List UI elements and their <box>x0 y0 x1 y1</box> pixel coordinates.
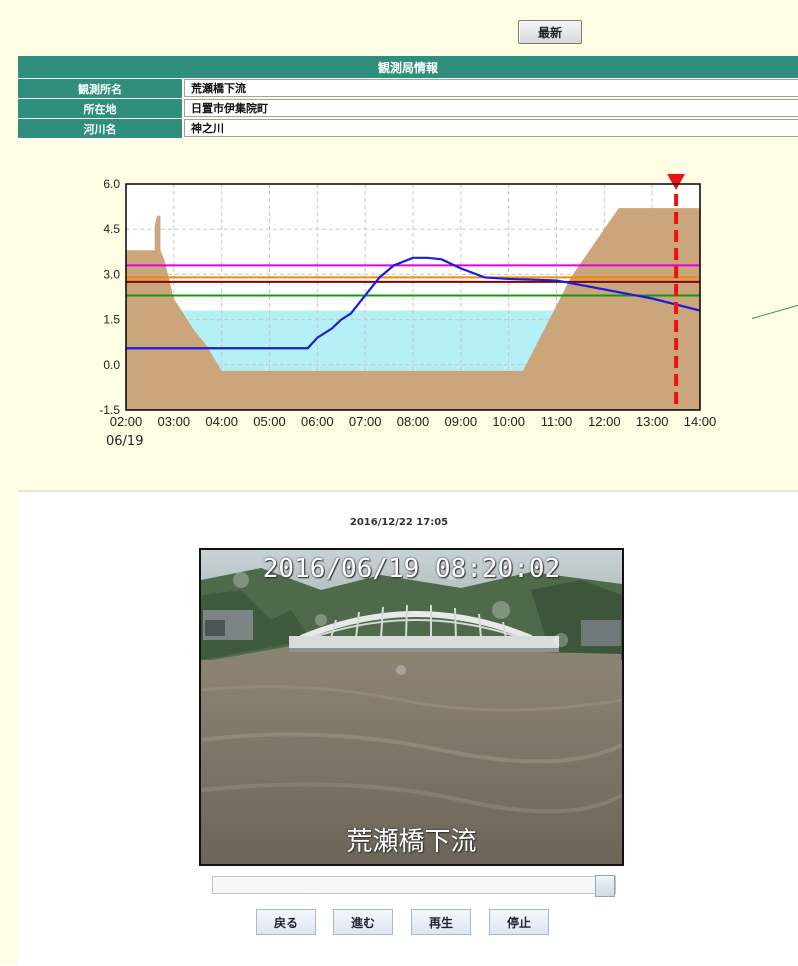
water-level-chart: 6.0 4.5 3.0 1.5 0.0 -1.5 02:00 03:00 04:00 05:00 0… <box>86 170 736 434</box>
x-tick-label: 05:00 <box>253 414 286 429</box>
info-label-location: 所在地 <box>18 99 182 119</box>
refresh-button[interactable]: 最新 <box>518 20 582 44</box>
x-tick-label: 07:00 <box>349 414 382 429</box>
info-value-river: 神之川 <box>184 119 798 137</box>
station-info-header: 観測局情報 <box>18 56 798 79</box>
camera-last-update: 2016/12/22 17:05 <box>349 517 449 528</box>
y-tick-label: 0.0 <box>103 358 120 372</box>
chart-date-label: 06/19 <box>106 434 144 449</box>
x-tick-label: 13:00 <box>636 414 669 429</box>
x-tick-label: 08:00 <box>397 414 430 429</box>
forward-button[interactable]: 進む <box>333 909 393 935</box>
camera-timestamp-overlay: 2016/06/19 08:20:02 <box>262 554 561 584</box>
stop-button[interactable]: 停止 <box>489 909 549 935</box>
x-tick-label: 02:00 <box>110 414 143 429</box>
x-tick-label: 10:00 <box>492 414 525 429</box>
camera-location-overlay: 荒瀬橋下流 <box>346 827 477 857</box>
top-band <box>0 0 798 52</box>
info-label-station-name: 観測所名 <box>18 79 182 99</box>
info-row-station-name: 観測所名 荒瀬橋下流 <box>18 79 798 99</box>
back-button[interactable]: 戻る <box>256 909 316 935</box>
x-tick-label: 11:00 <box>541 414 573 429</box>
playback-slider-thumb[interactable] <box>595 875 615 897</box>
playback-slider[interactable] <box>212 875 616 897</box>
water-level-chart-svg: 6.04.53.01.50.0-1.502:00 03:00 04:00 05:00 0… <box>99 174 717 429</box>
info-value-station-name: 荒瀬橋下流 <box>184 79 798 97</box>
x-tick-label: 14:00 <box>684 414 717 429</box>
camera-scene <box>201 550 622 864</box>
x-tick-label: 06:00 <box>301 414 334 429</box>
y-tick-label: 4.5 <box>103 222 120 236</box>
x-tick-label: 03:00 <box>158 414 191 429</box>
x-tick-label: 09:00 <box>445 414 478 429</box>
info-label-river: 河川名 <box>18 119 182 139</box>
info-row-location: 所在地 日置市伊集院町 <box>18 99 798 119</box>
river-camera-image: 2016/06/19 08:20:02 荒瀬橋下流 <box>199 548 624 866</box>
play-button[interactable]: 再生 <box>411 909 471 935</box>
left-rail <box>0 52 19 964</box>
y-tick-label: 3.0 <box>103 267 120 281</box>
y-tick-label: 6.0 <box>103 177 120 191</box>
x-tick-label: 12:00 <box>588 414 621 429</box>
y-tick-label: 1.5 <box>103 313 120 327</box>
info-value-location: 日置市伊集院町 <box>184 99 798 117</box>
info-row-river: 河川名 神之川 <box>18 119 798 139</box>
x-tick-label: 04:00 <box>205 414 238 429</box>
